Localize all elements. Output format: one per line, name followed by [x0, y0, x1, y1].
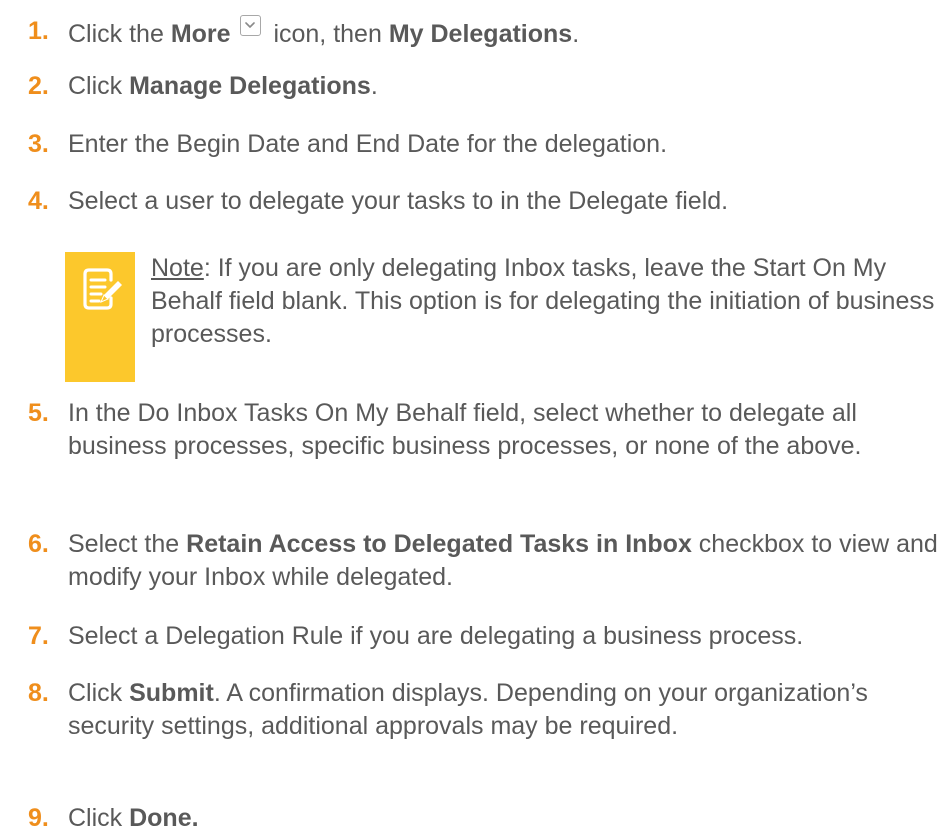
- step-number: 2.: [28, 72, 49, 100]
- note-callout: Note: If you are only delegating Inbox t…: [65, 252, 945, 382]
- step-number: 6.: [28, 530, 49, 558]
- text-segment: .: [572, 20, 580, 48]
- step-text: Click Manage Delegations.: [68, 70, 943, 103]
- step-text: Click the More icon, then My Delegations…: [68, 15, 943, 51]
- note-label: Note: [151, 254, 204, 282]
- submit-label: Submit: [129, 679, 214, 707]
- note-body: : If you are only delegating Inbox tasks…: [151, 254, 935, 348]
- step-number: 3.: [28, 130, 49, 158]
- step-text: In the Do Inbox Tasks On My Behalf field…: [68, 399, 862, 460]
- text-segment: Click: [68, 804, 130, 832]
- delegation-steps: 1. Click the More icon, then My Delegati…: [0, 0, 947, 840]
- text-segment: Select the: [68, 530, 187, 558]
- note-icon-box: [65, 252, 135, 382]
- text-segment: .: [370, 72, 378, 100]
- step-text: Select the Retain Access to Delegated Ta…: [68, 528, 943, 594]
- note-text: Note: If you are only delegating Inbox t…: [151, 252, 941, 351]
- step-text: Select a user to delegate your tasks to …: [68, 187, 729, 215]
- text-segment: Click the: [68, 20, 171, 48]
- note-pencil-icon: [83, 268, 122, 310]
- step-text: Click Done.: [68, 802, 943, 835]
- step-number: 9.: [28, 804, 49, 832]
- chevron-down-icon: [239, 15, 261, 36]
- text-segment: Click: [68, 679, 130, 707]
- my-delegations-label: My Delegations: [388, 20, 573, 48]
- step-number: 4.: [28, 187, 49, 215]
- text-segment: Click: [68, 72, 130, 100]
- step-number: 1.: [28, 17, 49, 45]
- manage-delegations-label: Manage Delegations: [129, 72, 371, 100]
- step-text: Select a Delegation Rule if you are dele…: [68, 622, 804, 650]
- step-text: Click Submit. A confirmation displays. D…: [68, 677, 943, 743]
- retain-access-label: Retain Access to Delegated Tasks in Inbo…: [186, 530, 692, 558]
- more-label: More: [170, 20, 231, 48]
- step-number: 5.: [28, 399, 49, 427]
- step-number: 8.: [28, 679, 49, 707]
- text-segment: icon, then: [266, 20, 389, 48]
- step-text: Enter the Begin Date and End Date for th…: [68, 130, 668, 158]
- step-number: 7.: [28, 622, 49, 650]
- done-label: Done.: [129, 804, 199, 832]
